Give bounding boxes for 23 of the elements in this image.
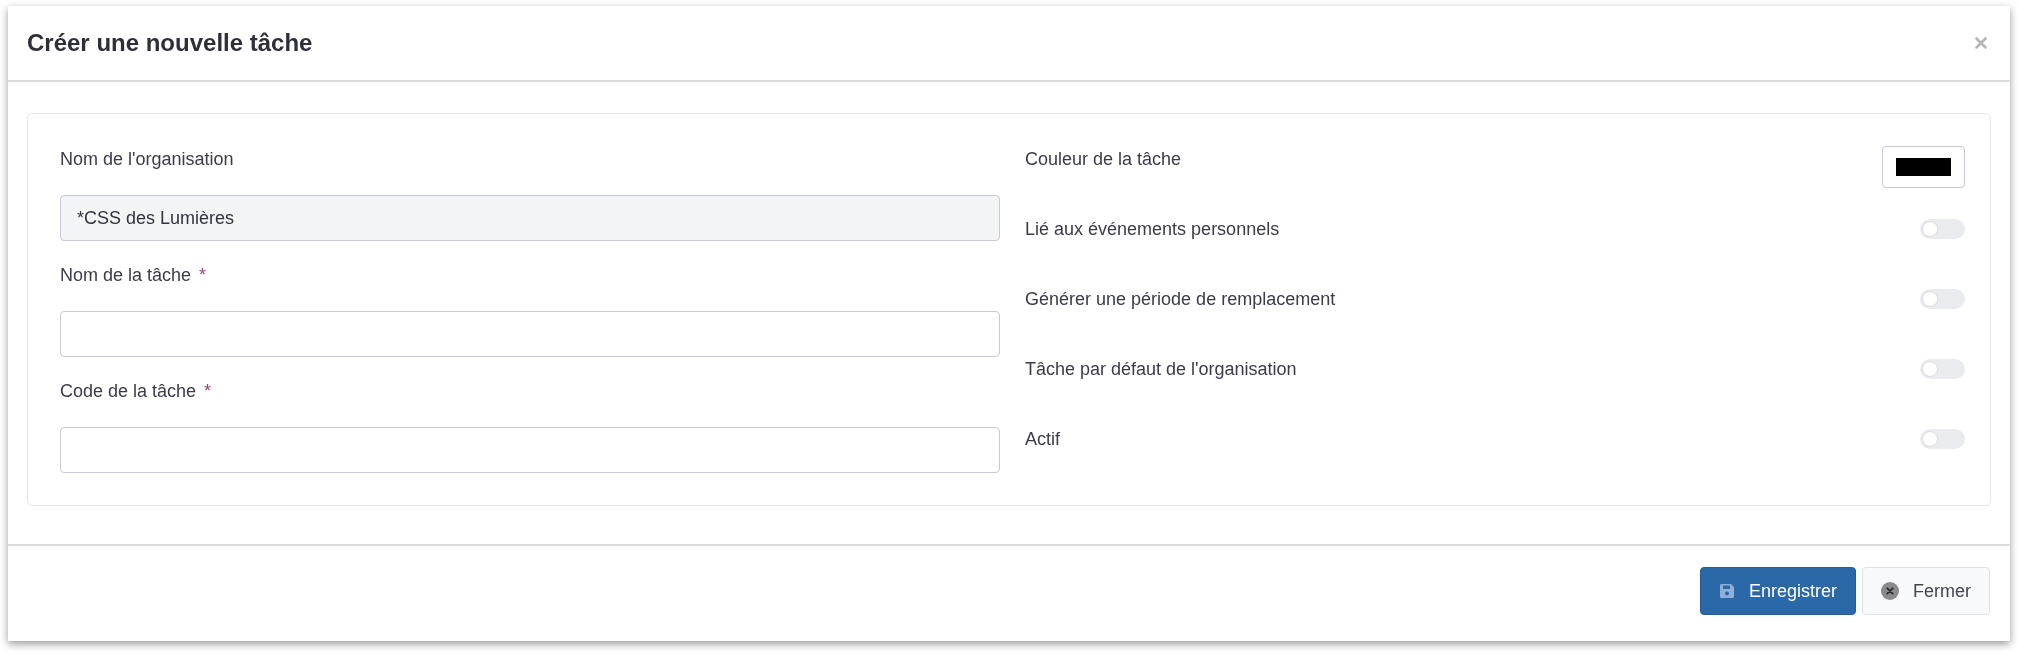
input-field[interactable] (60, 311, 1000, 357)
required-mark: * (204, 380, 212, 403)
option-label: Générer une période de remplacement (1025, 288, 1336, 311)
toggle-switch[interactable] (1920, 429, 1965, 449)
field-label: Code de la tâche (60, 380, 197, 403)
option-label: Tâche par défaut de l'organisation (1025, 358, 1297, 381)
toggle-switch[interactable] (1920, 289, 1965, 309)
close-button[interactable]: Fermer (1862, 567, 1990, 615)
close-button[interactable] (1974, 36, 1988, 50)
option-label: Actif (1025, 428, 1060, 451)
input-field[interactable] (60, 427, 1000, 473)
dialog-title: Créer une nouvelle tâche (27, 28, 313, 58)
close-icon (1975, 37, 1987, 49)
option-label: Lié aux événements personnels (1025, 218, 1280, 241)
field-label: Nom de la tâche (60, 264, 192, 287)
option-label: Couleur de la tâche (1025, 148, 1182, 171)
toggle-switch[interactable] (1920, 219, 1965, 239)
color-picker-button[interactable] (1882, 146, 1965, 188)
field-label: Nom de l'organisation (60, 148, 234, 171)
required-mark: * (199, 264, 207, 287)
close-circle-icon (1881, 582, 1899, 600)
save-button[interactable]: Enregistrer (1699, 567, 1856, 615)
toggle-switch[interactable] (1920, 359, 1965, 379)
